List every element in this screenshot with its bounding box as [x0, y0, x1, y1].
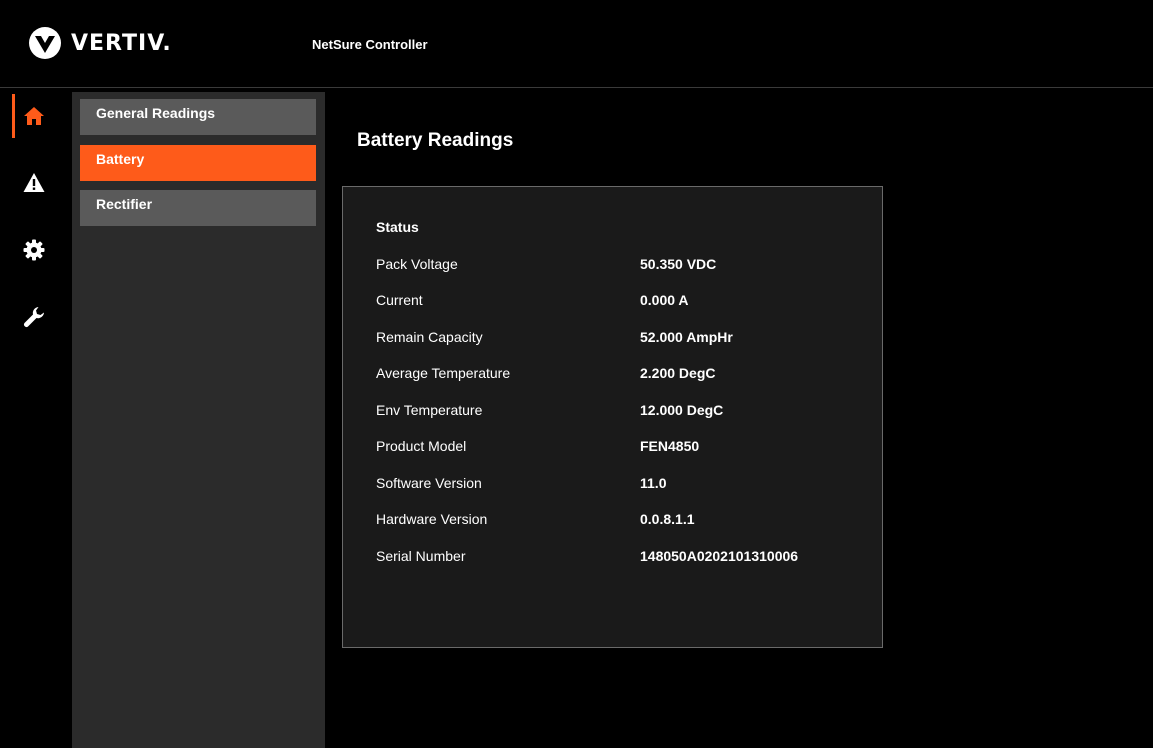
app-title: NetSure Controller — [312, 37, 428, 52]
reading-label: Current — [376, 292, 423, 308]
reading-row: Current 0.000 A — [343, 292, 882, 312]
section-title: Status — [376, 219, 419, 235]
reading-row: Software Version 11.0 — [343, 475, 882, 495]
reading-value: 0.000 A — [640, 292, 689, 308]
rail-settings[interactable] — [0, 225, 72, 275]
reading-label: Pack Voltage — [376, 256, 458, 272]
top-header: VERTIV. NetSure Controller — [0, 0, 1153, 88]
reading-value: 148050A0202101310006 — [640, 548, 799, 564]
reading-label: Software Version — [376, 475, 482, 491]
gear-icon — [23, 239, 45, 261]
reading-row: Pack Voltage 50.350 VDC — [343, 256, 882, 276]
reading-label: Average Temperature — [376, 365, 511, 381]
readings-panel: Status Pack Voltage 50.350 VDC Current 0… — [342, 186, 883, 648]
reading-row: Remain Capacity 52.000 AmpHr — [343, 329, 882, 349]
reading-value: 0.0.8.1.1 — [640, 511, 695, 527]
reading-row: Serial Number 148050A0202101310006 — [343, 548, 882, 568]
subnav-rectifier[interactable]: Rectifier — [80, 190, 316, 226]
logo-text: VERTIV. — [71, 30, 172, 56]
reading-row: Hardware Version 0.0.8.1.1 — [343, 511, 882, 531]
home-icon — [24, 107, 44, 125]
reading-label: Env Temperature — [376, 402, 483, 418]
wrench-icon — [24, 307, 44, 327]
rail-alarms[interactable] — [0, 158, 72, 208]
reading-label: Remain Capacity — [376, 329, 483, 345]
active-indicator — [12, 94, 15, 138]
reading-label: Serial Number — [376, 548, 466, 564]
sub-navigation: General Readings Battery Rectifier — [72, 92, 325, 748]
vertiv-logo-icon — [29, 27, 61, 59]
icon-rail — [0, 88, 72, 748]
rail-maintenance[interactable] — [0, 292, 72, 342]
subnav-battery[interactable]: Battery — [80, 145, 316, 181]
vertiv-logo[interactable]: VERTIV. — [28, 26, 172, 60]
reading-row: Env Temperature 12.000 DegC — [343, 402, 882, 422]
reading-value: 52.000 AmpHr — [640, 329, 733, 345]
reading-value: FEN4850 — [640, 438, 700, 454]
reading-row: Average Temperature 2.200 DegC — [343, 365, 882, 385]
subnav-general-readings[interactable]: General Readings — [80, 99, 316, 135]
reading-label: Hardware Version — [376, 511, 488, 527]
reading-value: 2.200 DegC — [640, 365, 716, 381]
reading-value: 12.000 DegC — [640, 402, 724, 418]
reading-row: Product Model FEN4850 — [343, 438, 882, 458]
page-title: Battery Readings — [357, 130, 514, 151]
rail-home[interactable] — [0, 91, 72, 141]
reading-value: 11.0 — [640, 475, 667, 491]
reading-label: Product Model — [376, 438, 467, 454]
alert-icon — [23, 173, 45, 192]
reading-value: 50.350 VDC — [640, 256, 717, 272]
